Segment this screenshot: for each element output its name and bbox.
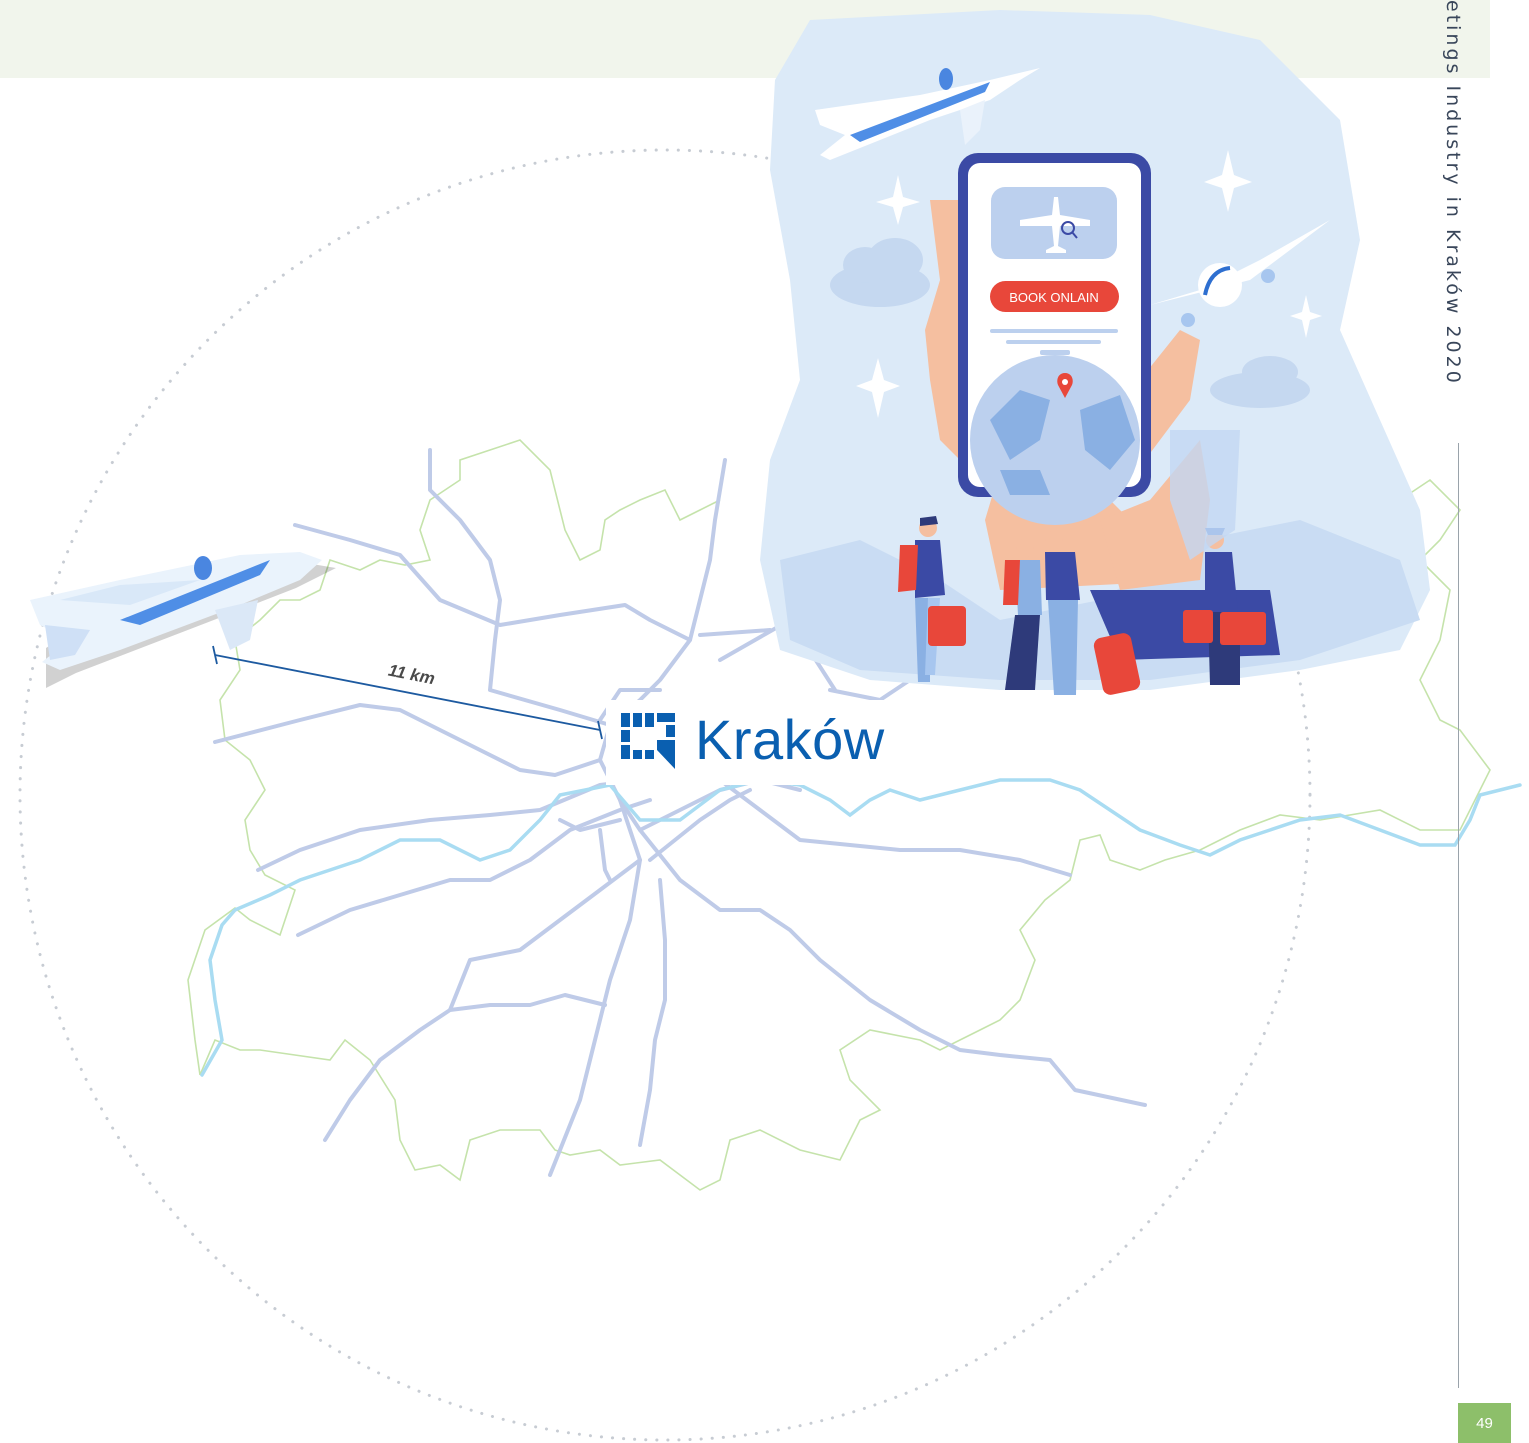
- side-divider: [1458, 443, 1459, 1388]
- airplane-icon: [30, 552, 336, 688]
- city-name: Kraków: [695, 708, 885, 771]
- suitcase-icon: [1220, 612, 1266, 645]
- side-title-text: etings Industry in Kraków 2020: [1442, 0, 1464, 386]
- suitcase-icon: [1183, 610, 1213, 643]
- page-number: 49: [1458, 1403, 1511, 1443]
- side-title: etings Industry in Kraków 2020: [1430, 0, 1470, 430]
- distance-marker: [212, 645, 603, 740]
- book-online-label[interactable]: BOOK ONLAIN: [990, 282, 1118, 312]
- travel-illustration: [760, 10, 1430, 695]
- suitcase-icon: [928, 606, 966, 646]
